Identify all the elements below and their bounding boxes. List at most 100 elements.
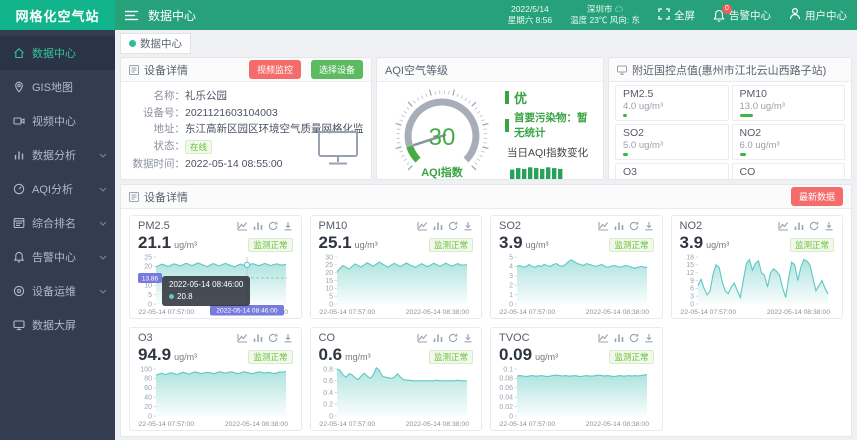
line-chart-icon[interactable] (597, 221, 609, 231)
bar-chart-icon[interactable] (253, 221, 263, 231)
card-value-row: 3.9 ug/m³ 监测正常 (680, 233, 834, 253)
sidebar-item-data-analysis[interactable]: 数据分析 (0, 138, 115, 172)
sidebar-item-data-center[interactable]: 数据中心 (0, 36, 115, 70)
sidebar-item-alarm-center[interactable]: 告警中心 (0, 240, 115, 274)
sidebar-item-aqi-analysis[interactable]: AQI分析 (0, 172, 115, 206)
metric-value: 13.0 ug/m³ (739, 101, 785, 112)
tvoc-chart-svg: 0 0.02 0.04 0.06 0.08 0.1 2022-05-14 07:57:00 2… (492, 366, 649, 428)
download-icon[interactable] (824, 221, 834, 231)
bar-chart-icon[interactable] (433, 333, 443, 343)
svg-text:2: 2 (509, 283, 513, 290)
sidebar-item-label: 视频中心 (32, 116, 76, 128)
metric-name: SO2 (623, 127, 645, 139)
video-monitor-button[interactable]: 视频监控 (248, 60, 301, 79)
line-chart-icon[interactable] (597, 333, 609, 343)
svg-text:25: 25 (144, 254, 152, 261)
download-icon[interactable] (283, 333, 293, 343)
monitor-status-badge: 监测正常 (609, 238, 654, 252)
monitor-status-badge: 监测正常 (428, 238, 473, 252)
svg-text:4: 4 (509, 264, 513, 271)
sidebar-item-video-center[interactable]: 视频中心 (0, 104, 115, 138)
refresh-icon[interactable] (448, 333, 458, 343)
screen-icon (13, 319, 25, 331)
line-chart-icon[interactable] (236, 333, 248, 343)
pollutant-value: 94.9 (138, 345, 172, 364)
line-chart-icon[interactable] (236, 221, 248, 231)
card-header: CO (319, 332, 474, 344)
line-chart-icon[interactable] (778, 221, 789, 231)
metric-name: CO (739, 166, 756, 178)
nearby-panel-header: 附近国控点值(惠州市江北云山西路子站) (609, 58, 851, 82)
card-header: TVOC (499, 332, 654, 344)
metric-bar (623, 153, 628, 156)
bar-chart-icon[interactable] (794, 221, 804, 231)
o3-chart-svg: 0 20 40 60 80 100 2022-05-14 07:57:00 2022-05-1… (131, 366, 288, 428)
svg-text:5: 5 (329, 293, 333, 300)
nearby-metric-pm10: PM10 13.0 ug/m³ (731, 85, 845, 121)
svg-text:12: 12 (686, 270, 694, 277)
so2-chart[interactable]: 0 1 2 3 4 5 2022-05-14 07:57:00 2022-05-14 08:3… (492, 254, 654, 316)
aqi-hourly-svg: 0时4时8时12时16时20时 (510, 167, 563, 179)
cloud-icon: ☁ (614, 4, 624, 15)
svg-text:2022-05-14 08:46:00: 2022-05-14 08:46:00 (216, 308, 278, 315)
aqi-hourly-chart[interactable]: 0时4时8时12时16时20时 (505, 161, 597, 179)
download-icon[interactable] (463, 333, 473, 343)
refresh-icon[interactable] (268, 333, 278, 343)
metric-name: NO2 (739, 127, 762, 139)
refresh-icon[interactable] (448, 221, 458, 231)
bar-chart-icon[interactable] (433, 221, 443, 231)
chevron-down-icon (99, 221, 107, 226)
download-icon[interactable] (644, 221, 654, 231)
download-icon[interactable] (463, 221, 473, 231)
device-info-panel: 设备详情 视频监控 选择设备 名称： 礼乐公园 设备号： 20211216031040… (120, 57, 372, 180)
refresh-icon[interactable] (268, 221, 278, 231)
sidebar-item-ranking[interactable]: 综合排名 (0, 206, 115, 240)
pm10-chart[interactable]: 051015202530 2022-05-14 07:57:00 2022-05-1… (312, 254, 474, 316)
refresh-icon[interactable] (629, 333, 639, 343)
home-icon (13, 47, 25, 59)
header-weather: 深圳市 ☁ 温度 23℃ 风向: 东 (570, 4, 640, 25)
svg-text:10: 10 (325, 286, 333, 293)
o3-chart[interactable]: 0 20 40 60 80 100 2022-05-14 07:57:00 2022-05-1… (131, 366, 293, 428)
so2-card: SO23.9ug/m³ 监测正常 0 1 2 3 4 5 2022-05-14 07:57:00… (490, 215, 663, 319)
pollutant-value: 0.09 (499, 345, 533, 364)
sidebar-item-gis-map[interactable]: GIS地图 (0, 70, 115, 104)
refresh-icon[interactable] (809, 221, 819, 231)
download-icon[interactable] (644, 333, 654, 343)
aqi-pollutant-text: 首要污染物：暂无统计 (514, 112, 588, 139)
video-icon (13, 115, 25, 127)
panel-icon (617, 65, 627, 75)
download-icon[interactable] (283, 221, 293, 231)
monitor-status-badge: 监测正常 (248, 350, 293, 364)
bar-chart-icon[interactable] (253, 333, 263, 343)
user-center-button[interactable]: 用户中心 (789, 7, 847, 23)
svg-text:18: 18 (686, 254, 694, 261)
line-chart-icon[interactable] (417, 333, 428, 343)
latest-data-button[interactable]: 最新数据 (790, 187, 843, 206)
co-chart[interactable]: 0 0.2 0.4 0.6 0.8 2022-05-14 07:57:00 2022-05-… (312, 366, 474, 428)
tab-label: 数据中心 (140, 38, 182, 50)
card-icons (236, 221, 293, 231)
bar-chart-icon[interactable] (614, 333, 624, 343)
pm25-chart[interactable]: 05101520252022-05-14 07:57:002022-05-14 … (131, 254, 293, 316)
monitor-status-badge: 监测正常 (428, 350, 473, 364)
fullscreen-button[interactable]: 全屏 (658, 7, 695, 23)
aqi-gauge: 30 AQI指数 (383, 84, 501, 179)
aqi-panel-body: 30AQI指数 优 首要污染物：暂无统计 当日AQI指数变化 0时 (377, 82, 603, 179)
level-marker (505, 118, 509, 132)
svg-text:AQI指数: AQI指数 (421, 165, 464, 179)
metric-name: PM2.5 (623, 88, 654, 100)
field-label: 设备号： (143, 106, 185, 119)
refresh-icon[interactable] (629, 221, 639, 231)
tvoc-chart[interactable]: 0 0.02 0.04 0.06 0.08 0.1 2022-05-14 07:57:00 2… (492, 366, 654, 428)
alarm-center-button[interactable]: 0 告警中心 (713, 3, 771, 23)
hamburger-menu-icon[interactable] (125, 10, 138, 21)
tab-data-center[interactable]: 数据中心 (120, 33, 191, 54)
sidebar-item-device-ops[interactable]: 设备运维 (0, 274, 115, 308)
line-chart-icon[interactable] (417, 221, 428, 231)
aqi-right-column: 优 首要污染物：暂无统计 当日AQI指数变化 0时4时8时12时16时20时 (501, 84, 597, 179)
no2-chart[interactable]: 0369121518 2022-05-14 07:57:00 2022-05-14 … (673, 254, 835, 316)
select-device-button[interactable]: 选择设备 (310, 60, 363, 79)
bar-chart-icon[interactable] (614, 221, 624, 231)
sidebar-item-data-screen[interactable]: 数据大屏 (0, 308, 115, 342)
